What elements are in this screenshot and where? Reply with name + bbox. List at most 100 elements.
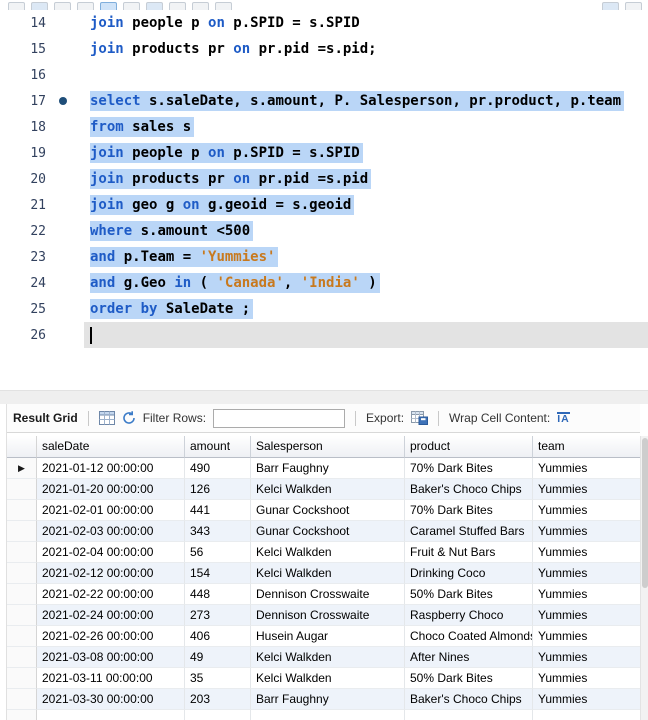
code-text[interactable]: select s.saleDate, s.amount, P. Salesper… [84,88,648,114]
row-selector[interactable] [7,563,37,584]
cell[interactable]: Kelci Walkden [251,668,405,689]
cell[interactable]: Kelci Walkden [251,563,405,584]
sql-editor[interactable]: 14join people p on p.SPID = s.SPID15join… [0,10,648,390]
cell[interactable]: 2021-02-04 00:00:00 [37,542,185,563]
code-text[interactable] [84,62,648,88]
table-row[interactable]: 2021-02-22 00:00:00448Dennison Crosswait… [7,584,640,605]
result-grid-scrollbar[interactable] [640,436,648,720]
wrap-cell-content-icon[interactable]: IA [557,412,570,425]
cell[interactable]: 70% Dark Bites [405,500,533,521]
toolbar-icon[interactable] [8,2,25,10]
cell[interactable]: 406 [185,626,251,647]
code-text[interactable]: join people p on p.SPID = s.SPID [84,140,648,166]
toolbar-icon[interactable] [123,2,140,10]
cell[interactable]: 56 [185,542,251,563]
cell[interactable]: 35 [185,668,251,689]
cell[interactable]: Barr Faughny [251,689,405,710]
panel-splitter[interactable] [0,390,648,404]
column-header-team[interactable]: team [533,436,641,458]
cell[interactable]: Baker's Choco Chips [405,479,533,500]
table-row[interactable]: 2021-03-08 00:00:0049Kelci WalkdenAfter … [7,647,640,668]
row-selector[interactable] [7,668,37,689]
code-text[interactable]: join geo g on g.geoid = s.geoid [84,192,648,218]
cell[interactable]: 343 [185,521,251,542]
cell[interactable]: Kelci Walkden [251,479,405,500]
code-text[interactable]: order by SaleDate ; [84,296,648,322]
cell[interactable]: Yummies [533,521,641,542]
row-selector[interactable] [7,542,37,563]
row-selector[interactable] [7,689,37,710]
code-text[interactable]: from sales s [84,114,648,140]
code-text[interactable] [84,322,648,348]
cell[interactable]: 50% Dark Bites [405,668,533,689]
table-row[interactable]: 2021-01-20 00:00:00126Kelci WalkdenBaker… [7,479,640,500]
cell[interactable]: 2021-02-03 00:00:00 [37,521,185,542]
cell[interactable]: Yummies [533,668,641,689]
cell[interactable]: 70% Dark Bites [405,458,533,479]
cell[interactable]: 203 [185,689,251,710]
cell[interactable]: Yummies [533,626,641,647]
row-selector[interactable]: ▶ [7,458,37,479]
cell[interactable]: Yummies [533,647,641,668]
row-selector[interactable] [7,626,37,647]
code-text[interactable]: join products pr on pr.pid =s.pid; [84,36,648,62]
toolbar-icon[interactable] [31,2,48,10]
filter-rows-input[interactable] [213,409,345,428]
cell[interactable]: 49 [185,647,251,668]
refresh-icon[interactable] [122,411,136,425]
code-text[interactable]: and g.Geo in ( 'Canada', 'India' ) [84,270,648,296]
cell[interactable]: 490 [185,458,251,479]
table-row[interactable]: 2021-02-24 00:00:00273Dennison Crosswait… [7,605,640,626]
cell[interactable]: 2021-02-22 00:00:00 [37,584,185,605]
column-header-product[interactable]: product [405,436,533,458]
row-selector[interactable] [7,521,37,542]
cell[interactable]: 2021-02-12 00:00:00 [37,563,185,584]
cell[interactable]: Fruit & Nut Bars [405,542,533,563]
row-selector[interactable] [7,584,37,605]
row-selector[interactable] [7,500,37,521]
cell[interactable]: 2021-03-08 00:00:00 [37,647,185,668]
cell[interactable]: Kelci Walkden [251,542,405,563]
code-text[interactable]: where s.amount <500 [84,218,648,244]
cell[interactable]: 2021-03-11 00:00:00 [37,668,185,689]
column-header-Salesperson[interactable]: Salesperson [251,436,405,458]
cell[interactable]: Yummies [533,500,641,521]
cell[interactable]: 273 [185,605,251,626]
cell[interactable]: 50% Dark Bites [405,584,533,605]
cell[interactable]: Barr Faughny [251,458,405,479]
code-text[interactable]: and p.Team = 'Yummies' [84,244,648,270]
toolbar-icon[interactable] [100,2,117,10]
scrollbar-thumb[interactable] [642,438,648,588]
cell[interactable]: Yummies [533,542,641,563]
cell[interactable]: 126 [185,479,251,500]
table-row[interactable]: 2021-03-30 00:00:00203Barr FaughnyBaker'… [7,689,640,710]
cell[interactable]: 2021-02-26 00:00:00 [37,626,185,647]
cell[interactable]: 2021-02-24 00:00:00 [37,605,185,626]
table-row[interactable]: 2021-02-04 00:00:0056Kelci WalkdenFruit … [7,542,640,563]
cell[interactable]: 2021-02-01 00:00:00 [37,500,185,521]
toolbar-icon[interactable] [169,2,186,10]
cell[interactable]: 154 [185,563,251,584]
cell[interactable]: Yummies [533,605,641,626]
grid-view-icon[interactable] [99,411,115,425]
table-row[interactable]: ▶2021-01-12 00:00:00490Barr Faughny70% D… [7,458,640,479]
toolbar-icon[interactable] [602,2,619,10]
row-selector[interactable] [7,605,37,626]
toolbar-icon[interactable] [146,2,163,10]
cell[interactable]: 2021-01-12 00:00:00 [37,458,185,479]
toolbar-icon[interactable] [77,2,94,10]
export-icon[interactable] [411,411,428,425]
table-row[interactable]: 2021-02-12 00:00:00154Kelci WalkdenDrink… [7,563,640,584]
cell[interactable]: 448 [185,584,251,605]
toolbar-icon[interactable] [625,2,642,10]
cell[interactable]: Kelci Walkden [251,647,405,668]
column-header-amount[interactable]: amount [185,436,251,458]
toolbar-icon[interactable] [54,2,71,10]
cell[interactable]: Yummies [533,563,641,584]
cell[interactable]: Gunar Cockshoot [251,500,405,521]
cell[interactable]: Yummies [533,458,641,479]
table-row[interactable]: 2021-02-01 00:00:00441Gunar Cockshoot70%… [7,500,640,521]
toolbar-icon[interactable] [192,2,209,10]
cell[interactable]: Gunar Cockshoot [251,521,405,542]
row-selector[interactable] [7,647,37,668]
